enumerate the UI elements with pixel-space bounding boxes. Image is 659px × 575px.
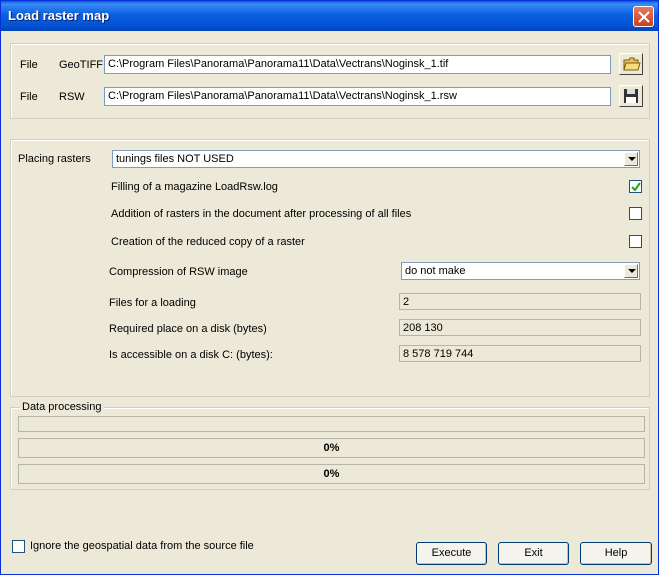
required-space-value: 208 130 [399, 319, 641, 336]
files-count-value: 2 [399, 293, 641, 310]
close-button[interactable] [633, 6, 654, 27]
ignore-geodata-checkbox[interactable] [12, 540, 25, 553]
chevron-down-icon [628, 157, 636, 161]
exit-button[interactable]: Exit [498, 542, 569, 565]
ignore-geodata-label: Ignore the geospatial data from the sour… [30, 540, 254, 552]
reduced-copy-option-label: Creation of the reduced copy of a raster [111, 236, 305, 248]
placing-rasters-value: tunings files NOT USED [116, 153, 234, 165]
execute-button[interactable]: Execute [416, 542, 487, 565]
geotiff-type-label: GeoTIFF [59, 59, 104, 71]
checkmark-icon [631, 182, 641, 192]
window-title: Load raster map [8, 8, 110, 23]
reduced-copy-checkbox[interactable] [629, 235, 642, 248]
log-option-label: Filling of a magazine LoadRsw.log [111, 181, 278, 193]
placing-rasters-select[interactable]: tunings files NOT USED [112, 150, 640, 168]
close-icon [638, 11, 650, 23]
compression-label: Compression of RSW image [109, 266, 248, 278]
geotiff-path-field[interactable]: C:\Program Files\Panorama\Panorama11\Dat… [104, 55, 611, 74]
add-rasters-option-label: Addition of rasters in the document afte… [111, 208, 412, 220]
floppy-disk-icon [624, 89, 638, 103]
compression-value: do not make [405, 265, 466, 277]
rsw-path-field[interactable]: C:\Program Files\Panorama\Panorama11\Dat… [104, 87, 611, 106]
load-raster-dialog: Load raster map File GeoTIFF C:\Program … [0, 0, 659, 575]
dropdown-arrow[interactable] [624, 264, 638, 278]
rsw-type-label: RSW [59, 91, 85, 103]
save-file-button[interactable] [619, 85, 643, 107]
log-checkbox[interactable] [629, 180, 642, 193]
add-rasters-checkbox[interactable] [629, 207, 642, 220]
progress-bar-2: 0% [18, 464, 645, 484]
progress-bar-1: 0% [18, 438, 645, 458]
placing-rasters-label: Placing rasters [18, 153, 91, 165]
compression-select[interactable]: do not make [401, 262, 640, 280]
dropdown-arrow[interactable] [624, 152, 638, 166]
help-button[interactable]: Help [580, 542, 652, 565]
title-bar[interactable]: Load raster map [1, 1, 658, 31]
open-file-button[interactable] [619, 53, 643, 75]
accessible-space-value: 8 578 719 744 [399, 345, 641, 362]
chevron-down-icon [628, 269, 636, 273]
accessible-space-label: Is accessible on a disk C: (bytes): [109, 349, 273, 361]
processing-caption: Data processing [20, 401, 104, 413]
rsw-file-label: File [20, 91, 38, 103]
folder-open-icon [623, 57, 641, 71]
required-space-label: Required place on a disk (bytes) [109, 323, 267, 335]
status-bar [18, 416, 645, 432]
geotiff-file-label: File [20, 59, 38, 71]
files-count-label: Files for a loading [109, 297, 196, 309]
